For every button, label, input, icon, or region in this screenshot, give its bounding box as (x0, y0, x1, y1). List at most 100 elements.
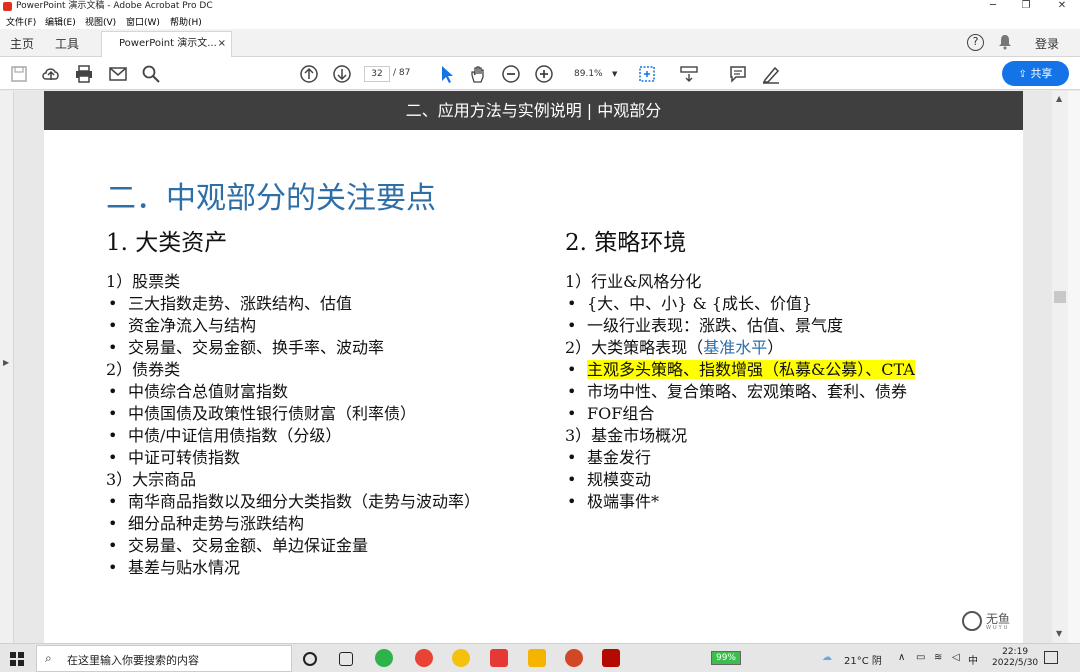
cloud-upload-icon[interactable] (41, 64, 61, 84)
zoom-level-select[interactable]: 89.1% ▼ (566, 66, 624, 82)
right-line-8: • 基金发行 (565, 447, 915, 469)
menu-help[interactable]: 帮助(H) (170, 15, 202, 28)
search-icon[interactable] (141, 64, 161, 84)
share-icon: ⇪ (1018, 69, 1027, 80)
windows-taskbar: ⌕ 在这里输入你要搜索的内容 99% ☁ 21°C 阴 ∧ ▭ ≋ ◁ 中 22… (0, 643, 1080, 672)
slide-banner: 二、应用方法与实例说明 | 中观部分 (44, 91, 1023, 130)
document-tab-label: PowerPoint 演示文... (119, 38, 217, 49)
notification-bell-icon[interactable] (998, 34, 1012, 53)
line-text: 细分品种走势与涨跌结构 (128, 514, 305, 533)
tray-chevron-up-icon[interactable]: ∧ (898, 652, 905, 663)
chrome-icon[interactable] (415, 649, 433, 667)
right-line-0: 1）行业&风格分化 (565, 271, 915, 293)
task-view-icon[interactable] (339, 652, 353, 666)
wifi-icon[interactable]: ≋ (934, 652, 942, 663)
line-text: 三大指数走势、涨跌结构、估值 (128, 294, 353, 313)
right-line-4: • 主观多头策略、指数增强（私募&公募）、CTA (565, 359, 915, 381)
page-number-input[interactable]: 32 (364, 66, 390, 82)
toolbar: 32 / 87 89.1% ▼ ⇪ 共享 (0, 57, 1080, 90)
xmind-icon[interactable] (490, 649, 508, 667)
print-icon[interactable] (74, 64, 94, 84)
scrollbar-thumb[interactable] (1054, 291, 1066, 303)
line-text: 市场中性、复合策略、宏观策略、套利、债券 (587, 382, 908, 401)
taskbar-search-box[interactable]: ⌕ 在这里输入你要搜索的内容 (36, 645, 292, 672)
left-line-10: • 南华商品指数以及细分大类指数（走势与波动率） (106, 491, 480, 513)
hand-tool-icon[interactable] (468, 64, 488, 84)
bullet-icon: • (108, 448, 118, 467)
scroll-down-icon[interactable]: ▼ (1056, 629, 1062, 638)
line-text: {大、中、小} & {成长、价值} (587, 294, 813, 313)
tab-home[interactable]: 主页 (10, 35, 34, 52)
right-line-10: • 极端事件* (565, 491, 915, 513)
expand-arrow-icon: ▶ (3, 358, 10, 367)
line-text: FOF组合 (587, 404, 655, 423)
close-window-button[interactable]: ✕ (1044, 0, 1080, 13)
wechat-icon[interactable] (375, 649, 393, 667)
left-line-6: • 中债国债及政策性银行债财富（利率债） (106, 403, 480, 425)
app-icon-yellow[interactable] (452, 649, 470, 667)
line-text: 中证可转债指数 (128, 448, 241, 467)
tray-app-icon[interactable]: ▭ (916, 652, 925, 663)
line-text: 交易量、交易金额、单边保证金量 (128, 536, 369, 555)
left-line-5: • 中债综合总值财富指数 (106, 381, 480, 403)
title-bar: PowerPoint 演示文稿 - Adobe Acrobat Pro DC ─… (0, 0, 1080, 13)
left-line-7: • 中债/中证信用债指数（分级） (106, 425, 480, 447)
bullet-icon: • (108, 294, 118, 313)
acrobat-app-icon (3, 2, 12, 11)
select-cursor-icon[interactable] (437, 64, 457, 84)
menu-window[interactable]: 窗口(W) (126, 15, 160, 28)
windows-start-icon[interactable] (10, 652, 24, 666)
window-title: PowerPoint 演示文稿 - Adobe Acrobat Pro DC (16, 1, 213, 11)
ime-indicator[interactable]: 中 (968, 652, 978, 667)
left-line-12: • 交易量、交易金额、单边保证金量 (106, 535, 480, 557)
zoom-out-icon[interactable] (501, 64, 521, 84)
wuyu-logo: 无鱼 WUYU (962, 609, 1012, 635)
tab-tools[interactable]: 工具 (55, 35, 79, 52)
login-button[interactable]: 登录 (1035, 35, 1059, 52)
menu-edit[interactable]: 编辑(E) (45, 15, 76, 28)
clock-date: 2022/5/30 (992, 658, 1039, 668)
left-pane-toggle[interactable]: ▶ (0, 91, 14, 643)
fit-page-icon[interactable] (637, 64, 657, 84)
bullet-icon: • (567, 294, 577, 313)
save-icon[interactable] (9, 64, 29, 84)
bullet-icon: • (567, 404, 577, 423)
tab-document[interactable]: PowerPoint 演示文... × (101, 31, 232, 57)
minimize-button[interactable]: ─ (975, 0, 1011, 13)
cortana-icon[interactable] (303, 652, 317, 666)
notification-center-icon[interactable] (1044, 651, 1058, 664)
file-explorer-icon[interactable] (528, 649, 546, 667)
close-tab-icon[interactable]: × (218, 32, 226, 56)
link-text[interactable]: 基准水平 (703, 338, 767, 357)
zoom-in-icon[interactable] (534, 64, 554, 84)
bullet-icon: • (108, 382, 118, 401)
clock[interactable]: 22:19 2022/5/30 (992, 647, 1038, 669)
powerpoint-icon[interactable] (565, 649, 583, 667)
scroll-mode-icon[interactable] (679, 64, 699, 84)
bullet-icon: • (108, 536, 118, 555)
menu-view[interactable]: 视图(V) (85, 15, 116, 28)
next-page-icon[interactable] (332, 64, 352, 84)
weather-text[interactable]: 21°C 阴 (844, 652, 882, 667)
share-button[interactable]: ⇪ 共享 (1002, 61, 1069, 86)
left-line-2: • 资金净流入与结构 (106, 315, 480, 337)
battery-indicator[interactable]: 99% (711, 651, 741, 665)
maximize-button[interactable]: ❐ (1008, 0, 1044, 13)
acrobat-taskbar-icon[interactable] (602, 649, 620, 667)
menu-file[interactable]: 文件(F) (6, 15, 36, 28)
line-text: 基差与贴水情况 (128, 558, 241, 577)
vertical-scrollbar[interactable]: ▲ ▼ (1052, 91, 1068, 643)
left-line-1: • 三大指数走势、涨跌结构、估值 (106, 293, 480, 315)
line-text: 1）股票类 (106, 272, 181, 291)
volume-icon[interactable]: ◁ (952, 652, 960, 663)
scroll-up-icon[interactable]: ▲ (1056, 94, 1062, 103)
chevron-down-icon: ▼ (612, 70, 618, 78)
right-line-7: 3）基金市场概况 (565, 425, 915, 447)
email-icon[interactable] (108, 64, 128, 84)
bullet-icon: • (108, 316, 118, 335)
comment-icon[interactable] (728, 64, 748, 84)
previous-page-icon[interactable] (299, 64, 319, 84)
weather-cloud-icon: ☁ (822, 652, 832, 663)
highlight-pen-icon[interactable] (761, 64, 781, 84)
help-icon[interactable]: ? (967, 34, 984, 51)
